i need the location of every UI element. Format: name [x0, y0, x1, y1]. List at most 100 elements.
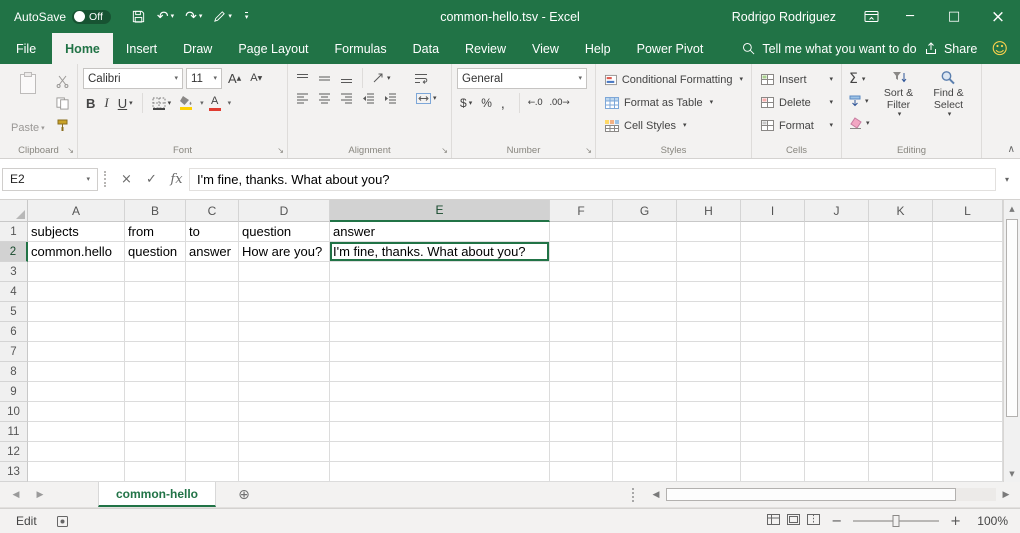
column-header-E[interactable]: E	[330, 200, 550, 222]
cell-I8[interactable]	[741, 362, 805, 382]
tab-help[interactable]: Help	[572, 33, 624, 64]
cell-C7[interactable]	[186, 342, 239, 362]
cell-I13[interactable]	[741, 462, 805, 482]
tab-page-layout[interactable]: Page Layout	[225, 33, 321, 64]
cell-D6[interactable]	[239, 322, 330, 342]
cell-G1[interactable]	[613, 222, 677, 242]
cell-J11[interactable]	[805, 422, 869, 442]
align-bottom-button[interactable]	[337, 72, 356, 85]
cell-D13[interactable]	[239, 462, 330, 482]
cell-A11[interactable]	[28, 422, 125, 442]
cell-J12[interactable]	[805, 442, 869, 462]
cell-C11[interactable]	[186, 422, 239, 442]
decrease-decimal-button[interactable]: .00→	[547, 98, 571, 108]
cell-I3[interactable]	[741, 262, 805, 282]
vertical-scroll-thumb[interactable]	[1006, 219, 1018, 417]
cell-H7[interactable]	[677, 342, 741, 362]
zoom-percentage[interactable]: 100%	[972, 514, 1008, 528]
cell-B1[interactable]: from	[125, 222, 186, 242]
column-header-I[interactable]: I	[741, 200, 805, 222]
orientation-button[interactable]: ▾	[369, 71, 394, 85]
cell-D11[interactable]	[239, 422, 330, 442]
cell-B12[interactable]	[125, 442, 186, 462]
cell-G9[interactable]	[613, 382, 677, 402]
cell-J9[interactable]	[805, 382, 869, 402]
cell-K3[interactable]	[869, 262, 933, 282]
cell-L7[interactable]	[933, 342, 1003, 362]
cell-L3[interactable]	[933, 262, 1003, 282]
clipboard-dialog-launcher[interactable]: ↘	[67, 147, 74, 155]
cell-A6[interactable]	[28, 322, 125, 342]
enter-button[interactable]: ✓	[139, 168, 164, 191]
format-as-table-button[interactable]: Format as Table ▾	[601, 91, 747, 114]
cell-F3[interactable]	[550, 262, 613, 282]
cell-H3[interactable]	[677, 262, 741, 282]
cell-I11[interactable]	[741, 422, 805, 442]
cell-I4[interactable]	[741, 282, 805, 302]
cell-H13[interactable]	[677, 462, 741, 482]
minimize-button[interactable]: ─	[888, 0, 932, 33]
number-dialog-launcher[interactable]: ↘	[585, 147, 592, 155]
cell-H4[interactable]	[677, 282, 741, 302]
cell-K9[interactable]	[869, 382, 933, 402]
cell-A10[interactable]	[28, 402, 125, 422]
cell-G5[interactable]	[613, 302, 677, 322]
cell-A3[interactable]	[28, 262, 125, 282]
cell-A13[interactable]	[28, 462, 125, 482]
tell-me-search[interactable]: Tell me what you want to do	[742, 33, 916, 64]
zoom-in-button[interactable]: +	[948, 514, 963, 529]
cell-J2[interactable]	[805, 242, 869, 262]
cell-E4[interactable]	[330, 282, 550, 302]
column-header-K[interactable]: K	[869, 200, 933, 222]
increase-decimal-button[interactable]: ←.0	[526, 98, 545, 108]
cell-F6[interactable]	[550, 322, 613, 342]
cell-C6[interactable]	[186, 322, 239, 342]
redo-button[interactable]: ↷▾	[181, 4, 206, 30]
cell-K4[interactable]	[869, 282, 933, 302]
align-center-button[interactable]	[315, 92, 334, 105]
insert-cells-button[interactable]: Insert ▾	[757, 68, 837, 91]
page-break-view-button[interactable]	[807, 514, 820, 528]
cell-J7[interactable]	[805, 342, 869, 362]
zoom-slider-thumb[interactable]	[893, 515, 900, 527]
pen-mode-button[interactable]: ▾	[209, 4, 236, 30]
font-size-combo[interactable]: 11▾	[186, 68, 222, 89]
cell-E1[interactable]: answer	[330, 222, 550, 242]
cell-C1[interactable]: to	[186, 222, 239, 242]
cell-F10[interactable]	[550, 402, 613, 422]
formula-input[interactable]: I'm fine, thanks. What about you?	[189, 168, 996, 191]
autosave-toggle[interactable]: AutoSave Off	[14, 10, 111, 24]
column-header-D[interactable]: D	[239, 200, 330, 222]
cell-D3[interactable]	[239, 262, 330, 282]
cell-B4[interactable]	[125, 282, 186, 302]
cell-B2[interactable]: question	[125, 242, 186, 262]
underline-button[interactable]: U▾	[115, 95, 136, 112]
italic-button[interactable]: I	[101, 94, 111, 112]
save-button[interactable]	[127, 4, 150, 30]
cell-E7[interactable]	[330, 342, 550, 362]
cell-I7[interactable]	[741, 342, 805, 362]
autosum-button[interactable]: Σ▾	[847, 68, 872, 90]
accounting-format-button[interactable]: $▾	[457, 95, 475, 111]
cell-E13[interactable]	[330, 462, 550, 482]
cell-J6[interactable]	[805, 322, 869, 342]
scroll-down-icon[interactable]: ▼	[1004, 465, 1020, 482]
cell-L9[interactable]	[933, 382, 1003, 402]
cell-G10[interactable]	[613, 402, 677, 422]
cell-C13[interactable]	[186, 462, 239, 482]
cell-A12[interactable]	[28, 442, 125, 462]
cell-F7[interactable]	[550, 342, 613, 362]
cell-K13[interactable]	[869, 462, 933, 482]
column-header-J[interactable]: J	[805, 200, 869, 222]
font-dialog-launcher[interactable]: ↘	[277, 147, 284, 155]
feedback-smiley-icon[interactable]: ☺	[991, 33, 1008, 64]
cell-E3[interactable]	[330, 262, 550, 282]
row-header-9[interactable]: 9	[0, 382, 28, 402]
cell-D12[interactable]	[239, 442, 330, 462]
alignment-dialog-launcher[interactable]: ↘	[441, 147, 448, 155]
expand-formula-bar-button[interactable]: ▾	[996, 175, 1018, 184]
cell-E11[interactable]	[330, 422, 550, 442]
cell-I12[interactable]	[741, 442, 805, 462]
cell-K2[interactable]	[869, 242, 933, 262]
tab-file[interactable]: File	[0, 33, 52, 64]
